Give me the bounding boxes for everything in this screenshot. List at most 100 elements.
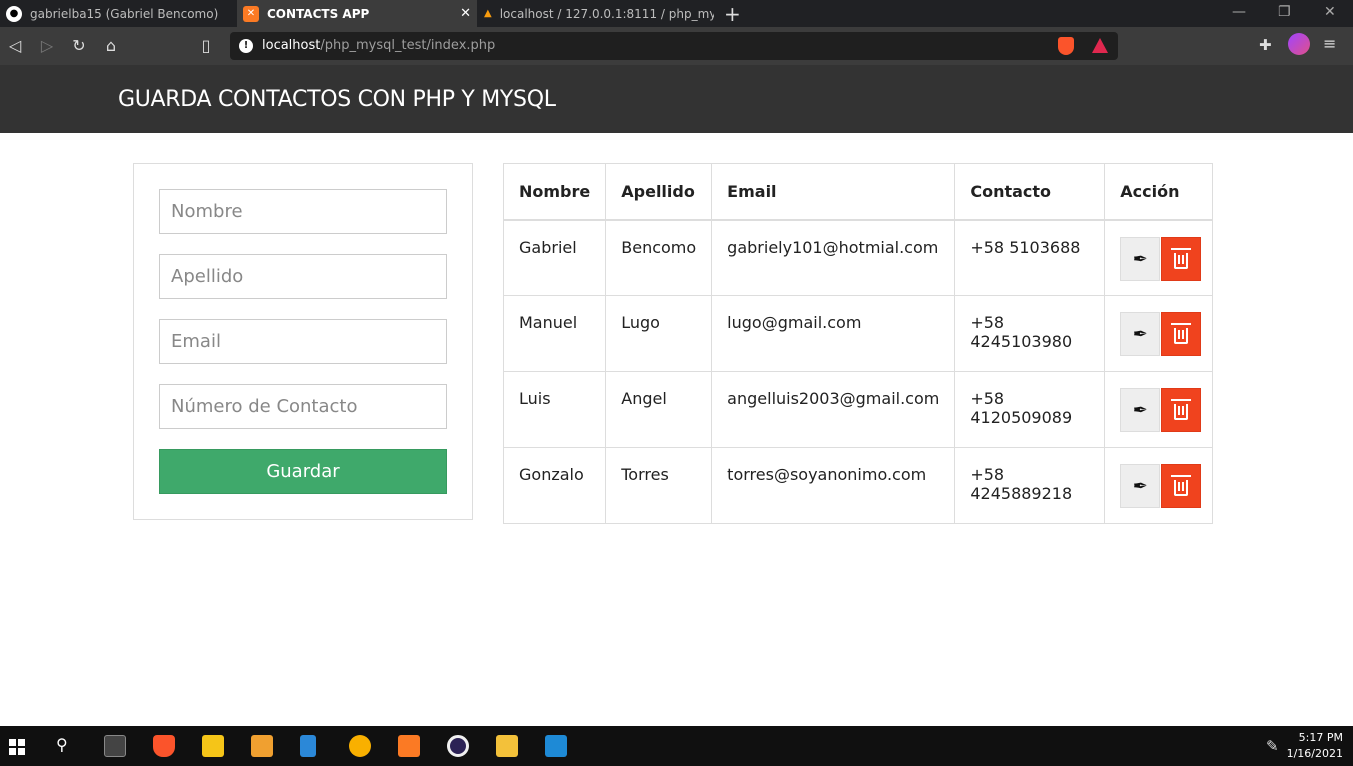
cell-apellido: Bencomo (605, 219, 713, 296)
search-icon[interactable]: ⚲ (56, 735, 78, 757)
cell-apellido: Angel (605, 371, 713, 448)
windows-start-icon[interactable] (9, 739, 25, 755)
contacts-table: Nombre Apellido Email Contacto Acción Ga… (502, 163, 1213, 524)
chrome-canary-icon[interactable] (349, 735, 371, 757)
close-window-icon[interactable]: ✕ (1324, 4, 1336, 20)
delete-button[interactable] (1161, 312, 1202, 356)
cell-nombre: Manuel (502, 295, 607, 372)
marker-icon: ✒ (1132, 324, 1148, 345)
clock-date: 1/16/2021 (1286, 747, 1343, 760)
menu-icon[interactable]: ≡ (1323, 34, 1336, 53)
cell-contacto: +58 4245889218 (954, 447, 1106, 524)
tab-title: localhost / 127.0.0.1:8111 / php_mysq (499, 6, 714, 21)
cell-email: torres@soyanonimo.com (711, 447, 956, 524)
phpmyadmin-icon: ▲ (484, 8, 492, 19)
trash-icon (1171, 323, 1192, 344)
edit-button[interactable]: ✒ (1120, 464, 1161, 508)
edit-button[interactable]: ✒ (1120, 388, 1161, 432)
tab-title: CONTACTS APP (267, 6, 370, 21)
cell-actions: ✒ (1104, 447, 1213, 524)
cell-contacto: +58 5103688 (954, 219, 1106, 296)
apellido-input[interactable]: Apellido (159, 254, 447, 299)
terminal-icon[interactable] (104, 735, 126, 757)
cell-email: angelluis2003@gmail.com (711, 371, 956, 448)
brave-rewards-icon[interactable] (1092, 38, 1108, 53)
header-nombre: Nombre (502, 163, 607, 221)
brave-browser-icon[interactable] (153, 735, 175, 757)
xampp-icon: ✕ (243, 5, 259, 22)
pen-icon[interactable]: ✎ (1266, 737, 1279, 755)
cell-apellido: Lugo (605, 295, 713, 372)
tab-contacts-app[interactable]: ✕ CONTACTS APP ✕ (237, 0, 477, 27)
minimize-icon[interactable]: — (1232, 4, 1246, 20)
edit-button[interactable]: ✒ (1120, 236, 1161, 281)
vscode-icon[interactable] (545, 735, 567, 757)
cell-apellido: Torres (605, 447, 713, 524)
table-header-row: Nombre Apellido Email Contacto Acción (502, 163, 1213, 221)
cell-email: gabriely101@hotmial.com (711, 219, 956, 296)
browser-toolbar: ◁ ▷ ↻ ⌂ ▯ ! localhost/php_mysql_test/ind… (0, 27, 1353, 65)
restore-icon[interactable]: ❐ (1278, 4, 1291, 20)
url-text: localhost/php_mysql_test/index.php (262, 38, 496, 53)
forward-icon[interactable]: ▷ (37, 36, 57, 55)
file-explorer-icon[interactable] (496, 735, 518, 757)
sticky-notes-icon[interactable] (202, 735, 224, 757)
trash-icon (1171, 475, 1192, 496)
cell-email: lugo@gmail.com (711, 295, 956, 372)
github-icon: ● (6, 5, 22, 22)
phone-icon[interactable] (300, 735, 316, 757)
header-email: Email (711, 163, 956, 221)
cell-actions: ✒ (1104, 295, 1213, 372)
close-tab-icon[interactable]: ✕ (460, 6, 471, 21)
cell-actions: ✒ (1104, 219, 1213, 296)
contacto-input[interactable]: Número de Contacto (159, 384, 447, 429)
cell-nombre: Gabriel (502, 219, 607, 296)
delete-button[interactable] (1161, 388, 1202, 432)
table-row: Luis Angel angelluis2003@gmail.com +58 4… (502, 371, 1213, 448)
extensions-icon[interactable]: ✚ (1259, 36, 1272, 54)
clock-time: 5:17 PM (1298, 731, 1343, 744)
page-header: GUARDA CONTACTOS CON PHP Y MYSQL (0, 65, 1353, 133)
address-bar[interactable]: ! localhost/php_mysql_test/index.php (230, 32, 1118, 60)
table-row: Gabriel Bencomo gabriely101@hotmial.com … (502, 219, 1213, 296)
marker-icon: ✒ (1132, 476, 1148, 497)
email-input[interactable]: Email (159, 319, 447, 364)
tab-phpmyadmin[interactable]: ▲ localhost / 127.0.0.1:8111 / php_mysq (478, 0, 714, 27)
tab-github[interactable]: ● gabrielba15 (Gabriel Bencomo) (0, 0, 232, 27)
back-icon[interactable]: ◁ (5, 36, 25, 55)
table-row: Manuel Lugo lugo@gmail.com +58 424510398… (502, 295, 1213, 372)
edit-button[interactable]: ✒ (1120, 312, 1161, 356)
nombre-input[interactable]: Nombre (159, 189, 447, 234)
cell-nombre: Gonzalo (502, 447, 607, 524)
cell-contacto: +58 4120509089 (954, 371, 1106, 448)
reload-icon[interactable]: ↻ (69, 36, 89, 55)
trash-icon (1171, 399, 1192, 420)
page-title: GUARDA CONTACTOS CON PHP Y MYSQL (118, 87, 556, 112)
xampp-icon[interactable] (398, 735, 420, 757)
delete-button[interactable] (1161, 464, 1202, 508)
header-accion: Acción (1104, 163, 1213, 221)
cell-nombre: Luis (502, 371, 607, 448)
marker-icon: ✒ (1132, 248, 1148, 270)
cell-actions: ✒ (1104, 371, 1213, 448)
bookmark-icon[interactable]: ▯ (196, 36, 216, 55)
brave-shield-icon[interactable] (1058, 37, 1074, 55)
header-contacto: Contacto (954, 163, 1106, 221)
header-apellido: Apellido (605, 163, 713, 221)
save-button[interactable]: Guardar (159, 449, 447, 494)
contact-form-card: Nombre Apellido Email Número de Contacto… (133, 163, 473, 520)
cell-contacto: +58 4245103980 (954, 295, 1106, 372)
delete-button[interactable] (1161, 236, 1202, 281)
media-player-icon[interactable] (251, 735, 273, 757)
profile-avatar[interactable] (1288, 33, 1310, 55)
eclipse-icon[interactable] (447, 735, 469, 757)
new-tab-button[interactable]: + (724, 2, 741, 26)
home-icon[interactable]: ⌂ (101, 36, 121, 55)
trash-icon (1171, 247, 1192, 269)
marker-icon: ✒ (1132, 400, 1148, 421)
table-row: Gonzalo Torres torres@soyanonimo.com +58… (502, 447, 1213, 524)
site-info-icon[interactable]: ! (239, 39, 253, 53)
browser-tabbar: ● gabrielba15 (Gabriel Bencomo) ✕ CONTAC… (0, 0, 1353, 27)
tab-title: gabrielba15 (Gabriel Bencomo) (30, 6, 219, 21)
clock[interactable]: 5:17 PM 1/16/2021 (1287, 730, 1343, 762)
